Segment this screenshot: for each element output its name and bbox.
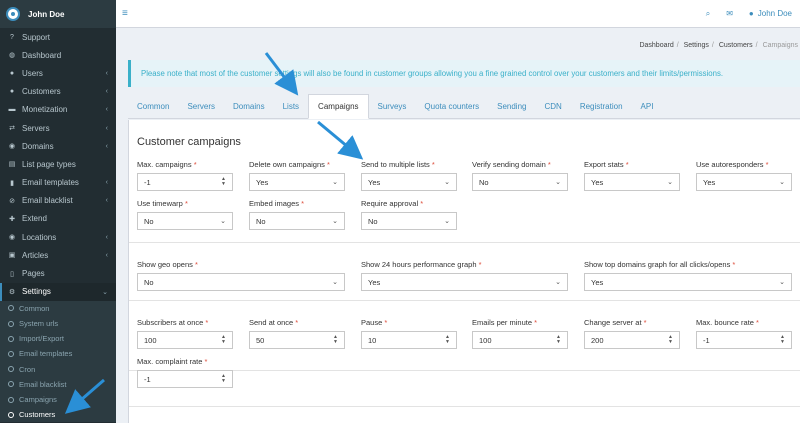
annotation-arrows [64, 52, 364, 414]
arrow-customers-submenu [64, 378, 105, 414]
arrow-send-multiple [317, 120, 364, 160]
arrow-campaigns-tab [264, 52, 299, 96]
